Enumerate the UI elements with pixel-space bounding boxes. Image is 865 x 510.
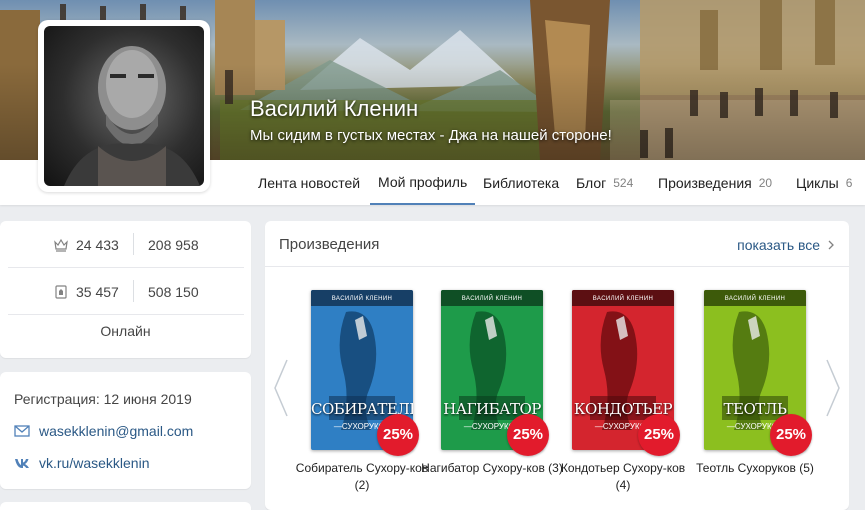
works-card: Произведения показать все ВАСИЛИЙ КЛЕНИН… (265, 221, 849, 510)
stat-followers[interactable]: 24 433 (54, 237, 119, 253)
discount-badge: 25% (770, 414, 812, 456)
stats-row: 35 457 508 150 (8, 268, 244, 315)
info-card: Регистрация: 12 июня 2019 wasekklenin@gm… (0, 372, 251, 489)
stats-row: 24 433 208 958 (8, 221, 244, 268)
show-all-link[interactable]: показать все (737, 237, 835, 253)
works-divider (265, 266, 849, 267)
tab-count: 20 (758, 176, 773, 190)
book-title[interactable]: Нагибатор Сухору-ков (3) (421, 460, 563, 477)
carousel-next-icon[interactable] (823, 358, 843, 418)
stat-value: 24 433 (76, 237, 119, 253)
crown-icon (54, 238, 68, 252)
avatar-portrait (64, 46, 200, 186)
vk-link[interactable]: vk.ru/wasekklenin (14, 455, 150, 471)
stat-value: 35 457 (76, 284, 119, 300)
cover-author: ВАСИЛИЙ КЛЕНИН (461, 296, 523, 302)
cover-author: ВАСИЛИЙ КЛЕНИН (331, 296, 393, 302)
show-all-label: показать все (737, 237, 821, 253)
profile-name: Василий Кленин (250, 96, 419, 121)
tab-label: Циклы (796, 174, 839, 191)
vk-icon (15, 459, 29, 468)
tab-works[interactable]: Произведения 20 (658, 160, 772, 205)
email-link[interactable]: wasekklenin@gmail.com (14, 423, 193, 439)
discount-badge: 25% (507, 414, 549, 456)
vk-text: vk.ru/wasekklenin (39, 455, 150, 471)
online-status: Онлайн (100, 323, 151, 339)
stat-divider (133, 280, 134, 302)
tab-news-feed[interactable]: Лента новостей (258, 160, 360, 205)
tab-label: Лента новостей (258, 174, 361, 191)
profile-status: Мы сидим в густых местах - Джа на нашей … (250, 127, 612, 144)
tab-count: 6 (845, 176, 853, 190)
chevron-right-icon (828, 240, 834, 250)
stat-divider (133, 233, 134, 255)
email-text: wasekklenin@gmail.com (39, 423, 194, 439)
stat-value: 508 150 (148, 284, 199, 300)
tab-my-profile[interactable]: Мой профиль (370, 160, 476, 205)
envelope-icon (14, 425, 30, 437)
discount-badge: 25% (377, 414, 419, 456)
tab-label: Блог (576, 174, 607, 191)
tab-library[interactable]: Библиотека (483, 160, 559, 205)
tab-label: Произведения (658, 174, 752, 191)
avatar-photo (44, 26, 204, 186)
next-card (0, 502, 251, 510)
cover-author: ВАСИЛИЙ КЛЕНИН (592, 296, 654, 302)
tab-blog[interactable]: Блог 524 (576, 160, 633, 205)
stats-card: 24 433 208 958 35 457 508 150 Онлайн (0, 221, 251, 358)
tab-label: Библиотека (483, 174, 560, 191)
stat-value: 208 958 (148, 237, 199, 253)
book-icon (55, 285, 67, 299)
tab-cycles[interactable]: Циклы 6 (796, 160, 852, 205)
cover-author: ВАСИЛИЙ КЛЕНИН (724, 296, 786, 302)
discount-badge: 25% (638, 414, 680, 456)
registration-date: Регистрация: 12 июня 2019 (14, 391, 192, 407)
book-title[interactable]: Кондотьер Сухору-ков (4) (552, 460, 694, 494)
book-title[interactable]: Теотль Сухоруков (5) (684, 460, 826, 477)
book-title[interactable]: Собиратель Сухору-ков (2) (291, 460, 433, 494)
tab-label: Мой профиль (378, 173, 468, 190)
avatar[interactable] (38, 20, 210, 192)
works-title: Произведения (279, 236, 380, 253)
stat-library[interactable]: 35 457 (54, 284, 119, 300)
carousel-prev-icon[interactable] (271, 358, 291, 418)
tab-count: 524 (613, 176, 634, 190)
